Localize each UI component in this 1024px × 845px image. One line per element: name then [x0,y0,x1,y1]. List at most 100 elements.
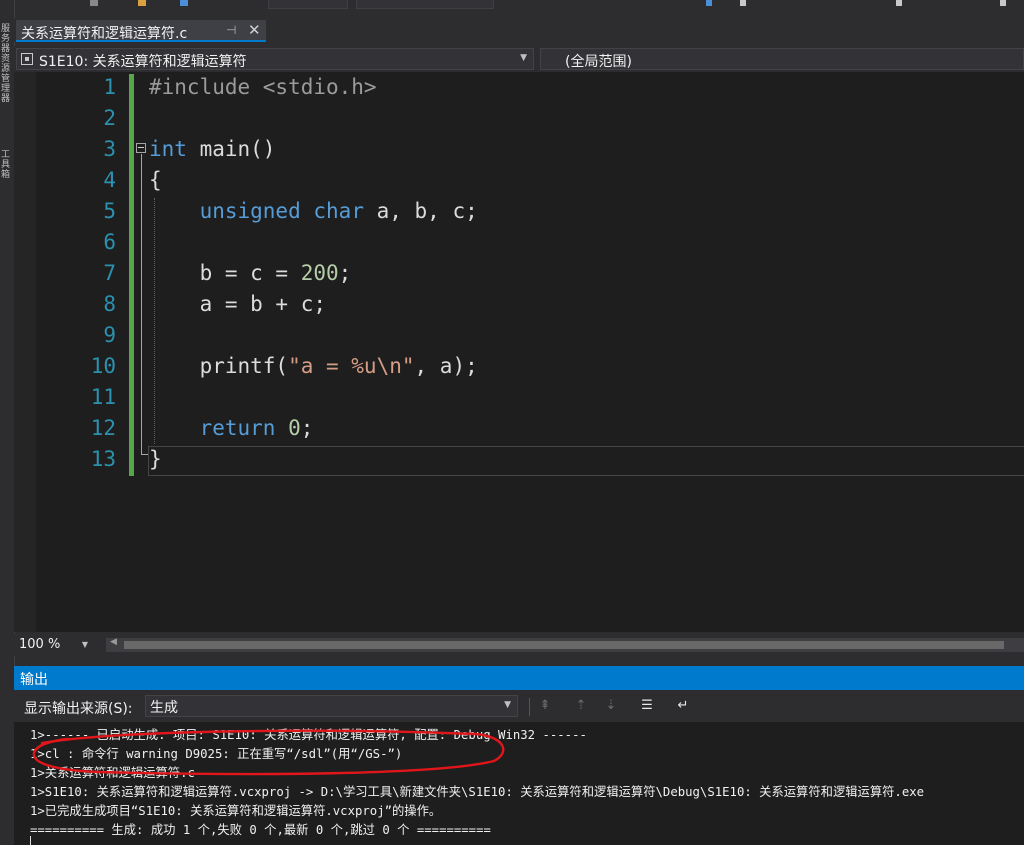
scrollbar-thumb[interactable] [124,641,1004,649]
toolbar-icon[interactable] [706,0,712,6]
toolbar-remnant [0,0,1024,18]
project-icon [21,53,33,65]
chevron-down-icon: ▼ [504,700,511,710]
toolbar-icon[interactable] [138,0,146,6]
text-cursor [30,836,31,845]
horizontal-scrollbar[interactable]: ◀ [106,637,1024,652]
line-number: 4 [103,168,116,192]
code-token: 200 [300,261,339,285]
code-token: main() [186,137,276,161]
code-line: } [149,444,162,475]
document-tab[interactable]: 关系运算符和逻辑运算符.c ⊣ ✕ [16,20,266,42]
output-toolbar: 显示输出来源(S): 生成 ▼ ⇞ ⇡ ⇣ ☰ ↵ [14,690,1024,722]
left-tool-strip: 服务器资源管理器 工具箱 [0,0,15,845]
document-tab-title: 关系运算符和逻辑运算符.c [21,26,188,42]
output-line: 1>S1E10: 关系运算符和逻辑运算符.vcxproj -> D:\学习工具\… [30,785,925,799]
toolbar-icon[interactable] [1000,0,1006,6]
code-token: return [199,416,276,440]
code-token: } [149,447,162,471]
fold-line [141,154,142,454]
output-source-label: 显示输出来源(S): [24,701,133,717]
code-token: "a = %u\n" [288,354,415,378]
current-line-highlight [148,446,1024,476]
document-tab-row: 关系运算符和逻辑运算符.c ⊣ ✕ [14,18,1024,42]
code-token: unsigned [199,199,301,223]
line-number: 1 [103,75,116,99]
code-line: { [149,165,162,196]
toolbar-icon[interactable] [740,0,746,6]
line-number: 8 [103,292,116,316]
line-number: 3 [103,137,116,161]
line-number: 9 [103,323,116,347]
code-token: a = b + c; [149,292,327,316]
chevron-down-icon: ▼ [81,640,88,649]
code-token: int [149,137,187,161]
code-editor[interactable]: 1 2 3 4 5 6 7 8 9 10 11 12 13 #include <stdio.h> int … [14,72,1024,632]
code-token: , a); [414,354,478,378]
line-number: 11 [90,385,116,409]
pin-icon[interactable]: ⊣ [226,23,236,37]
line-number: 6 [103,230,116,254]
server-explorer-tab[interactable]: 服务器资源管理器 [1,24,12,104]
code-token: 0 [288,416,301,440]
line-number: 7 [103,261,116,285]
code-line: b = c = 200; [149,258,352,289]
line-number: 13 [90,447,116,471]
zoom-dropdown[interactable]: 100 % ▼ [16,636,88,654]
line-number: 5 [103,199,116,223]
zoom-level: 100 % [19,637,61,652]
output-source-dropdown[interactable]: 生成 ▼ [145,695,518,717]
warning-annotation-ellipse [32,729,505,776]
project-scope-dropdown[interactable]: S1E10: 关系运算符和逻辑运算符 ▼ [16,48,534,70]
output-line: 1>已完成生成项目“S1E10: 关系运算符和逻辑运算符.vcxproj”的操作… [30,804,442,818]
indent-guide [154,198,155,444]
editor-margin [14,72,36,632]
change-tracking-bar [129,74,134,476]
clear-all-icon[interactable]: ☰ [638,697,656,715]
code-token: char [313,199,364,223]
code-line: int main() [149,134,275,165]
line-number: 12 [90,416,116,440]
code-line: unsigned char a, b, c; [149,196,478,227]
collapse-icon[interactable] [136,143,146,153]
platform-dropdown[interactable] [356,0,494,9]
toggle-word-wrap-icon[interactable]: ↵ [674,697,692,715]
code-line: return 0; [149,413,314,444]
output-line: ========== 生成: 成功 1 个,失败 0 个,最新 0 个,跳过 0… [30,823,491,837]
go-to-previous-message-icon[interactable]: ⇡ [572,697,590,715]
navigation-bar: S1E10: 关系运算符和逻辑运算符 ▼ (全局范围) [14,46,1024,72]
toolbar-icon[interactable] [90,0,98,6]
code-line: printf("a = %u\n", a); [149,351,478,382]
member-scope-label: (全局范围) [565,54,632,70]
code-token: printf( [149,354,289,378]
code-token: #include <stdio.h> [149,75,377,99]
config-dropdown[interactable] [268,0,348,9]
line-number: 10 [90,354,116,378]
member-scope-dropdown[interactable]: (全局范围) [540,48,1024,70]
project-scope-label: S1E10: 关系运算符和逻辑运算符 [39,54,247,70]
code-line: #include <stdio.h> [149,72,377,103]
close-icon[interactable]: ✕ [248,21,261,39]
output-panel-title-bar: 输出 [14,666,1024,690]
output-panel-title: 输出 [20,672,48,688]
code-token: a, b, c; [363,199,478,223]
code-token: ; [338,261,352,285]
code-token: ; [300,416,314,440]
toolbar-icon[interactable] [180,0,188,6]
chevron-down-icon: ▼ [520,53,527,63]
code-token: b = c = [149,261,301,285]
go-to-next-message-icon[interactable]: ⇣ [602,697,620,715]
editor-status-bar: 100 % ▼ ◀ [14,634,1024,656]
fold-end [141,454,148,455]
toolbar-separator [529,698,530,716]
toolbar-icon[interactable] [896,0,902,6]
find-message-in-code-icon[interactable]: ⇞ [536,697,554,715]
scroll-left-icon[interactable]: ◀ [110,637,117,647]
output-source-value: 生成 [150,700,178,716]
toolbox-tab[interactable]: 工具箱 [1,150,12,180]
code-line: a = b + c; [149,289,326,320]
